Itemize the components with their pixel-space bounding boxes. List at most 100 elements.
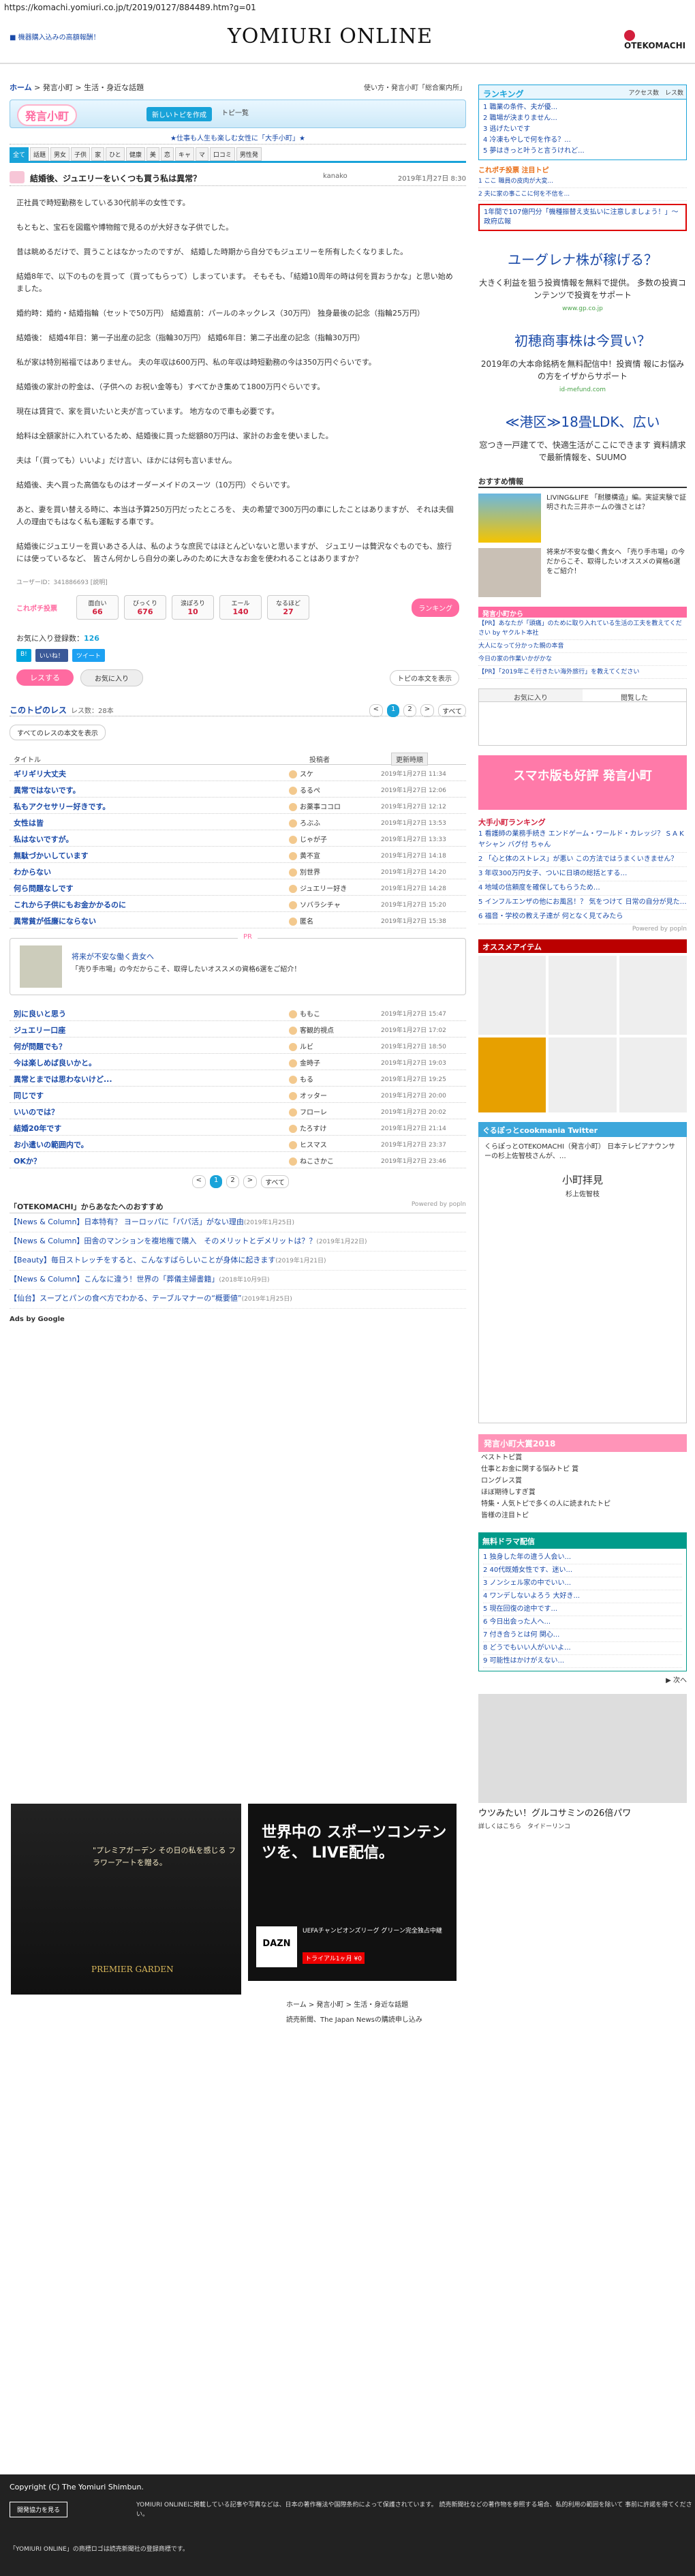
tab-category[interactable]: マ xyxy=(195,147,208,161)
item-image[interactable] xyxy=(549,956,617,1035)
glucosamine-ad-image[interactable] xyxy=(478,1694,687,1803)
list-item[interactable]: 【PR】あなたが「頭痛」のために取り入れている生活の工夫を教えてください by … xyxy=(478,618,687,640)
tab-category[interactable]: 恋 xyxy=(160,147,174,161)
res-title-link[interactable]: これから子供にもお金かかるのに xyxy=(14,899,126,910)
hatena-button[interactable]: B! xyxy=(16,649,31,662)
res-title-link[interactable]: いいのでは？ xyxy=(14,1106,59,1117)
new-topic-button[interactable]: 新しいトピを作成 xyxy=(146,107,212,121)
res-title-link[interactable]: 何ら問題なしです xyxy=(14,883,74,894)
list-item[interactable]: 5 夢はきっと叶うと言うけれど... xyxy=(483,146,682,157)
tab-category[interactable]: 美 xyxy=(146,147,159,161)
ad-suumo[interactable]: ≪港区≫18畳LDK、広い 窓つき一戸建てで、快適生活がここにできます 資料請求… xyxy=(478,411,687,464)
otekomachi-logo[interactable]: OTEKOMACHI xyxy=(624,30,695,50)
smartphone-banner[interactable]: スマホ版も好評 発言小町 xyxy=(478,755,687,810)
list-item[interactable]: 4 ワンデしないよろう 大好き... xyxy=(483,1590,682,1603)
pager-next-bottom[interactable]: > xyxy=(243,1175,258,1188)
res-title-link[interactable]: 異常とまでは思わないけど... xyxy=(14,1074,112,1085)
top-link[interactable]: ■ 機器購入込みの高額報酬！ xyxy=(10,31,100,42)
list-item[interactable]: 仕事とお金に関する悩みトピ 賞 xyxy=(478,1464,687,1475)
pager-all-bottom[interactable]: すべて xyxy=(261,1175,289,1188)
ad-hatsuho-title[interactable]: 初穂商事株は今買い？ xyxy=(478,330,687,350)
item-image[interactable] xyxy=(619,956,687,1035)
show-topic-button[interactable]: トピの本文を表示 xyxy=(390,669,459,686)
pager-page-1[interactable]: 1 xyxy=(386,704,400,717)
tagline[interactable]: ★仕事も人生も楽しむ女性に「大手小町」★ xyxy=(10,132,466,145)
free-drama-next[interactable]: ▶ 次へ xyxy=(478,1674,687,1684)
footer-breadcrumb[interactable]: ホーム > 発言小町 > 生活・身近な話題 xyxy=(286,1999,408,2009)
res-title-link[interactable]: 同じです xyxy=(14,1090,44,1101)
pr-box[interactable]: PR 将来が不安な働く貴女へ 「売り手市場」の今だからこそ、取得したいオススメの… xyxy=(10,933,466,995)
list-item[interactable]: 1 ここ 職員の皮肉が大変... xyxy=(478,175,687,188)
res-title-link[interactable]: 私はないですが。 xyxy=(14,834,73,845)
list-item[interactable]: 6 福音・学校の教え子達が 何となく見てみたら xyxy=(478,910,687,924)
tweet-button[interactable]: ツイート xyxy=(72,649,105,662)
award-head[interactable]: 発言小町大賞2018 xyxy=(478,1434,687,1452)
reaction-button[interactable]: 涙ぽろり 10 xyxy=(172,595,214,620)
res-title-link[interactable]: 女性は皆 xyxy=(14,817,44,828)
ad-euglena-title[interactable]: ユーグレナ株が稼げる？ xyxy=(478,249,687,269)
tab-category[interactable]: 健康 xyxy=(125,147,145,161)
all-res-button[interactable]: すべてのレスの本文を表示 xyxy=(10,725,106,740)
hatsugen-logo[interactable]: 発言小町 xyxy=(17,104,78,126)
pager-prev[interactable]: < xyxy=(369,704,383,717)
res-title-link[interactable]: ギリギリ大丈夫 xyxy=(14,768,66,779)
res-title-link[interactable]: 私もアクセサリー好きです。 xyxy=(14,801,110,812)
ad-suumo-title[interactable]: ≪港区≫18畳LDK、広い xyxy=(478,411,687,431)
recommend-item[interactable]: 【News & Column】日本特有？ ヨーロッパに「パパ活」がない理由(20… xyxy=(10,1213,466,1232)
tab-category[interactable]: 男女 xyxy=(50,147,70,161)
ranking-button[interactable]: ランキング xyxy=(412,598,459,617)
site-logo[interactable]: YOMIURI ONLINE xyxy=(228,25,433,48)
res-button[interactable]: レスする xyxy=(16,669,74,686)
res-title-link[interactable]: ジュエリー口座 xyxy=(14,1025,65,1035)
tab-category[interactable]: 家 xyxy=(91,147,105,161)
res-title-link[interactable]: 別に良いと思う xyxy=(14,1008,66,1019)
pr-title[interactable]: 将来が不安な働く貴女へ xyxy=(72,951,154,962)
list-item[interactable]: 今日の家の作業いかがかな xyxy=(478,653,687,666)
guide-link[interactable]: 使い方・発言小町「総合案内所」 xyxy=(364,82,466,92)
pager-page-2-bottom[interactable]: 2 xyxy=(226,1175,239,1188)
list-item[interactable]: 2 40代既婚女性です、迷い... xyxy=(483,1564,682,1577)
list-item[interactable]: 2 夫に家の事ここに何を不信を... xyxy=(478,188,687,201)
osusume-item[interactable]: LIVING&LIFE 「耐腰構造」編。実証実験で証明された三井ホームの強さとは… xyxy=(478,494,687,543)
res-title-link[interactable]: わからない xyxy=(14,866,51,877)
pager-page-1-bottom[interactable]: 1 xyxy=(209,1175,223,1188)
ad-euglena[interactable]: ユーグレナ株が稼げる？ 大きく利益を狙う投資情報を無料で提供。 多数の投資コンテ… xyxy=(478,249,687,312)
list-item[interactable]: 【PR】「2019年こそ行きたい海外旅行」を教えてください xyxy=(478,666,687,679)
osusume-item[interactable]: 将来が不安な働く貴女へ 「売り手市場」の今だからこそ、取得したいオススメの資格6… xyxy=(478,548,687,597)
tab-category[interactable]: キャ xyxy=(174,147,194,161)
item-image[interactable] xyxy=(549,1037,617,1112)
list-item[interactable]: 1 看護師の業務手続き エンドゲーム・ワールド・カレッジ？ S A K ヤシャン… xyxy=(478,828,687,853)
gov-notice[interactable]: 1年間で107億円分「機種振替え支払いに注意しましょう！」～政府広報 xyxy=(478,204,687,231)
list-item[interactable]: 3 ノンシェル家の中でいい... xyxy=(483,1577,682,1590)
pager-prev-bottom[interactable]: < xyxy=(191,1175,206,1188)
topic-list-link[interactable]: トピ一覧 xyxy=(221,107,249,117)
list-item[interactable]: ベストトピ賞 xyxy=(478,1452,687,1464)
url-bar[interactable]: https://komachi.yomiuri.co.jp/t/2019/012… xyxy=(0,0,695,15)
list-item[interactable]: 3 年収300万円女子、ついに日頃の総括とする… xyxy=(478,867,687,881)
tab-category[interactable]: 子供 xyxy=(71,147,91,161)
recommend-text[interactable]: 【News & Column】日本特有？ ヨーロッパに「パパ活」がない理由 xyxy=(10,1217,244,1226)
list-item[interactable]: 1 職業の条件、夫が優... xyxy=(483,102,682,113)
ad-dazn[interactable]: 世界中の スポーツコンテンツを、 LIVE配信。 DAZN UEFAチャンピオン… xyxy=(248,1804,457,1981)
ranking-tabs[interactable]: アクセス数 レス数 xyxy=(628,88,683,97)
reaction-button[interactable]: 面白い 66 xyxy=(76,595,119,620)
tab-history[interactable]: 閲覧した xyxy=(583,689,686,702)
list-item[interactable]: ロングレス賞 xyxy=(478,1475,687,1487)
res-title-link[interactable]: 無駄づかいしています xyxy=(14,850,89,861)
pager-page-2[interactable]: 2 xyxy=(403,704,416,717)
tab-category[interactable]: ひと xyxy=(106,147,125,161)
list-item[interactable]: 7 付き合うとは何 関心... xyxy=(483,1629,682,1642)
tab-category[interactable]: 口コミ xyxy=(209,147,235,161)
reaction-button[interactable]: なるほど 27 xyxy=(267,595,309,620)
sort-button[interactable]: 更新時順 xyxy=(391,753,428,766)
list-item[interactable]: 6 今日出会った人へ... xyxy=(483,1616,682,1629)
item-image[interactable] xyxy=(619,1037,687,1112)
list-item[interactable]: 4 地域の信頼度を確保してもらうため… xyxy=(478,881,687,896)
pager-all[interactable]: すべて xyxy=(438,704,466,717)
recommend-text[interactable]: 【Beauty】毎日ストレッチをすると、こんなすばらしいことが身体に起きます xyxy=(10,1256,275,1264)
list-item[interactable]: 4 冷凍もやしで何を作る？... xyxy=(483,135,682,146)
footer-links[interactable]: 読売新聞、The Japan Newsの購読申し込み xyxy=(286,2014,422,2024)
list-item[interactable]: 3 逃げたいです xyxy=(483,124,682,135)
ad-premier-garden[interactable]: "プレミアガーデン その日の私を感じる フラワーアートを贈る。 PREMIER … xyxy=(11,1804,241,1995)
list-item[interactable]: 9 可能性はかけがえない... xyxy=(483,1655,682,1668)
